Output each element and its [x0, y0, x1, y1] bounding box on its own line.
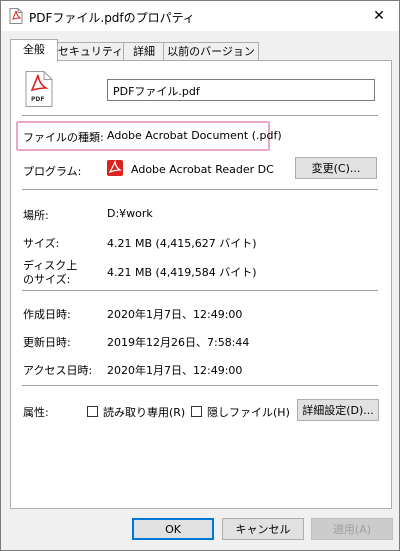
- ok-button[interactable]: OK: [132, 518, 214, 540]
- title-bar[interactable]: PDFファイル.pdfのプロパティ ✕: [1, 1, 399, 31]
- pdf-file-icon: [9, 8, 23, 27]
- accessed-value: 2020年1月7日、12:49:00: [107, 364, 243, 377]
- close-icon: ✕: [373, 8, 385, 24]
- separator: [22, 385, 378, 386]
- created-value: 2020年1月7日、12:49:00: [107, 308, 243, 321]
- filename-input[interactable]: PDFファイル.pdf: [107, 79, 375, 101]
- close-button[interactable]: ✕: [359, 1, 399, 31]
- program-label: プログラム:: [23, 165, 82, 178]
- separator: [22, 189, 378, 190]
- hidden-checkbox[interactable]: [191, 406, 202, 417]
- general-panel: PDF PDFファイル.pdf ファイルの種類: Adobe Acrobat D…: [10, 60, 392, 509]
- properties-window: PDFファイル.pdfのプロパティ ✕ 全般 セキュリティ 詳細 以前のバージョ…: [0, 0, 400, 551]
- attributes-label: 属性:: [23, 406, 49, 419]
- modified-value: 2019年12月26日、7:58:44: [107, 336, 250, 349]
- size-on-disk-label-line2: のサイズ:: [23, 273, 71, 286]
- hidden-label[interactable]: 隠しファイル(H): [207, 404, 290, 420]
- size-value: 4.21 MB (4,415,627 バイト): [107, 237, 257, 250]
- tab-security[interactable]: セキュリティ: [56, 42, 125, 61]
- readonly-label[interactable]: 読み取り専用(R): [103, 404, 185, 420]
- tab-previous-versions[interactable]: 以前のバージョン: [163, 42, 259, 61]
- change-program-button[interactable]: 変更(C)...: [295, 157, 377, 179]
- modified-label: 更新日時:: [23, 336, 71, 349]
- tab-general[interactable]: 全般: [10, 39, 58, 62]
- acrobat-reader-icon: [107, 159, 123, 179]
- cancel-button[interactable]: キャンセル: [222, 518, 304, 540]
- pdf-document-icon: PDF: [25, 71, 53, 107]
- readonly-checkbox[interactable]: [87, 406, 98, 417]
- advanced-button[interactable]: 詳細設定(D)...: [297, 399, 379, 421]
- size-on-disk-value: 4.21 MB (4,419,584 バイト): [107, 266, 257, 279]
- tab-details[interactable]: 詳細: [123, 42, 165, 61]
- window-title: PDFファイル.pdfのプロパティ: [29, 11, 195, 25]
- size-label: サイズ:: [23, 237, 60, 250]
- created-label: 作成日時:: [23, 308, 71, 321]
- separator: [22, 290, 378, 291]
- file-type-label: ファイルの種類:: [23, 131, 104, 144]
- program-value: Adobe Acrobat Reader DC: [131, 163, 274, 176]
- apply-button[interactable]: 適用(A): [311, 518, 393, 540]
- file-type-value: Adobe Acrobat Document (.pdf): [107, 129, 282, 142]
- location-value: D:¥work: [107, 207, 153, 220]
- separator: [22, 115, 378, 116]
- accessed-label: アクセス日時:: [23, 364, 93, 377]
- pdf-icon-caption: PDF: [31, 96, 45, 103]
- location-label: 場所:: [23, 209, 49, 222]
